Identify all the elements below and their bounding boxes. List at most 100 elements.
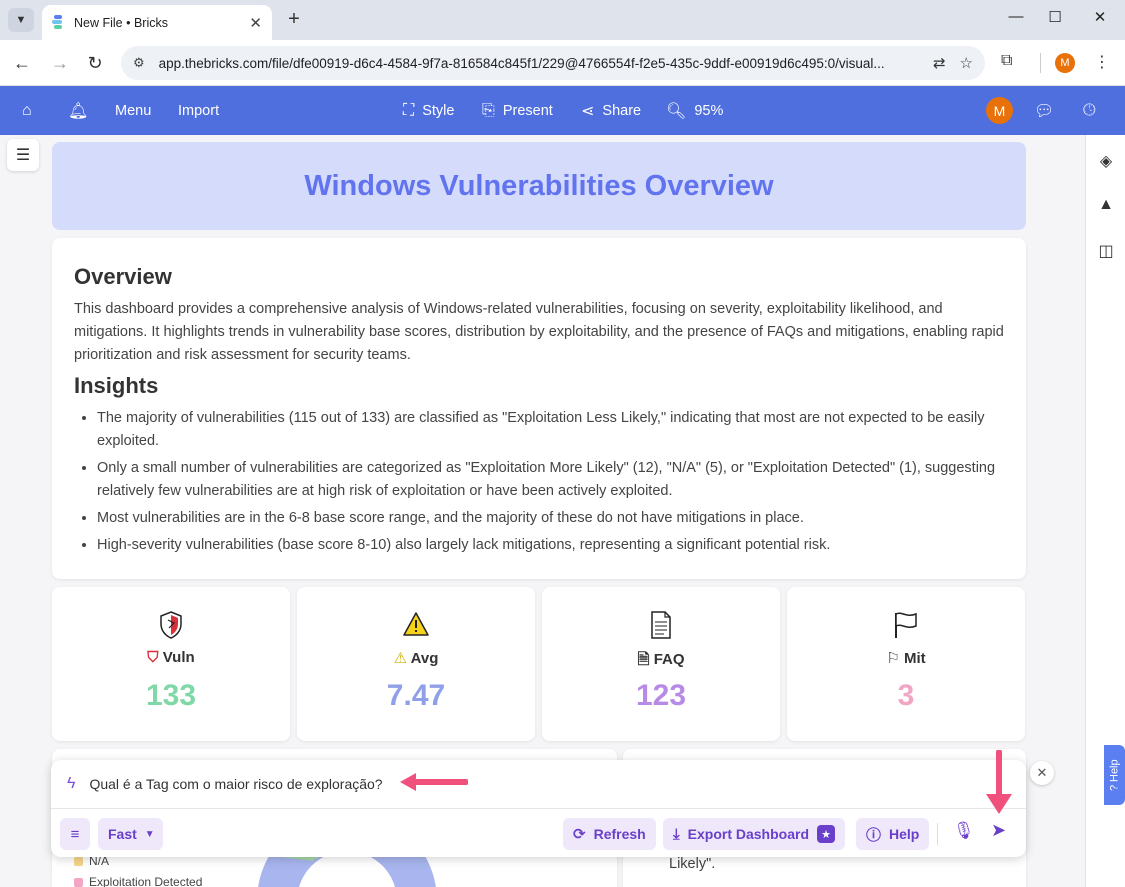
extensions-icon[interactable]: ⧉ xyxy=(1001,52,1012,70)
frame-icon: ⛶ xyxy=(403,101,415,119)
share-icon: ⋖ xyxy=(581,102,595,120)
address-bar[interactable]: ⚙ app.thebricks.com/file/dfe00919-d6c4-4… xyxy=(121,46,985,80)
tab-search-button[interactable]: ▼ xyxy=(8,8,34,32)
warning-icon: ⚠ xyxy=(393,650,408,667)
overview-heading: Overview xyxy=(74,264,172,289)
paint-bucket-icon: ▲ xyxy=(1098,196,1114,213)
app-toolbar: ⌂ 🔔︎ Menu Import ⛶ Style ⎘ Present ⋖ Sha… xyxy=(0,86,1125,135)
browser-profile-avatar[interactable]: M xyxy=(1055,53,1075,73)
kpi-value: 123 xyxy=(635,679,687,712)
notifications-button[interactable]: 🔔︎ xyxy=(68,86,88,135)
layout-button[interactable]: ◫ xyxy=(1094,239,1118,263)
bricks-favicon-icon xyxy=(52,14,64,31)
reload-button[interactable]: ↻ xyxy=(83,51,107,75)
bell-icon: 🔔︎ xyxy=(68,102,89,120)
share-label: Share xyxy=(602,102,642,119)
send-button[interactable]: ➤ xyxy=(991,820,1006,841)
annotation-arrow-left-icon xyxy=(400,773,468,791)
mode-label: Fast xyxy=(108,826,137,842)
refresh-label: Refresh xyxy=(593,826,646,842)
browser-menu-icon[interactable]: ⋮ xyxy=(1094,52,1110,72)
refresh-button[interactable]: ⟳ Refresh xyxy=(563,818,656,850)
style-label: Style xyxy=(422,102,455,119)
zoom-label: 95% xyxy=(694,102,724,119)
kpi-label: ⚐ Mit xyxy=(886,650,926,667)
help-label: Help xyxy=(889,826,920,842)
home-button[interactable]: ⌂ xyxy=(22,86,32,135)
site-info-icon[interactable]: ⚙ xyxy=(133,55,145,71)
list-icon: ☰ xyxy=(15,147,31,164)
help-icon: ? xyxy=(1108,784,1121,791)
zoom-button[interactable]: 🔍︎ 95% xyxy=(666,86,723,135)
url-text[interactable]: app.thebricks.com/file/dfe00919-d6c4-458… xyxy=(159,56,919,71)
dashboard-title: Windows Vulnerabilities Overview xyxy=(304,169,774,202)
menu-button[interactable]: Menu xyxy=(115,86,151,135)
document-icon xyxy=(542,611,780,646)
dashboard-title-card[interactable]: Windows Vulnerabilities Overview xyxy=(52,142,1026,230)
window-close-button[interactable]: ✕ xyxy=(1090,8,1110,26)
present-button[interactable]: ⎘ Present xyxy=(482,86,553,135)
annotation-arrow-down-icon xyxy=(986,750,1012,814)
kpi-card-mit[interactable]: ⚐ Mit 3 xyxy=(787,587,1025,741)
minimize-button[interactable]: — xyxy=(1006,8,1026,25)
shield-icon: ⛉ xyxy=(147,649,159,666)
kpi-value: 3 xyxy=(897,679,915,712)
kpi-card-avg[interactable]: ⚠ Avg 7.47 xyxy=(297,587,535,741)
history-button[interactable]: 🕓︎ xyxy=(1083,86,1096,135)
prompt-input[interactable]: ϟ Qual é a Tag com o maior risco de expl… xyxy=(51,760,1026,809)
kpi-card-vuln[interactable]: ⛉ Vuln 133 xyxy=(52,587,290,741)
download-icon: ⤓ xyxy=(673,825,680,843)
kpi-value: 7.47 xyxy=(386,679,446,712)
clock-icon: 🕓︎ xyxy=(1083,101,1096,119)
import-button[interactable]: Import xyxy=(178,86,219,135)
new-tab-button[interactable]: + xyxy=(284,8,304,31)
flag-icon xyxy=(787,611,1025,646)
side-help-tab[interactable]: ? Help xyxy=(1104,745,1125,805)
style-button[interactable]: ⛶ Style xyxy=(403,86,454,135)
kpi-value: 133 xyxy=(145,679,197,712)
import-label: Import xyxy=(178,102,220,119)
translate-icon[interactable]: ⇄ xyxy=(933,54,946,72)
lines-icon: ≡ xyxy=(70,825,80,843)
toolbar-divider xyxy=(1040,53,1041,73)
caret-down-icon: ▼ xyxy=(144,828,155,840)
document-icon: 🗎︎ xyxy=(637,651,650,668)
layers-icon: ◈ xyxy=(1099,153,1113,170)
layers-button[interactable]: ◈ xyxy=(1094,149,1118,173)
comments-button[interactable]: 💬︎ xyxy=(1034,86,1054,135)
browser-tab[interactable]: New File • Bricks ✕ xyxy=(42,5,272,40)
user-avatar[interactable]: M xyxy=(986,97,1013,124)
present-icon: ⎘ xyxy=(482,101,495,119)
kpi-card-faq[interactable]: 🗎︎ FAQ 123 xyxy=(542,587,780,741)
back-button[interactable]: ← xyxy=(10,51,34,75)
tab-close-icon[interactable]: ✕ xyxy=(249,14,262,32)
warning-icon xyxy=(297,611,535,644)
star-icon: ★ xyxy=(817,825,835,843)
share-button[interactable]: ⋖ Share xyxy=(581,86,641,135)
paint-button[interactable]: ▲ xyxy=(1094,193,1118,217)
microphone-button[interactable]: 🎙︎ xyxy=(953,821,975,841)
legend-swatch xyxy=(74,877,83,887)
prompt-text[interactable]: Qual é a Tag com o maior risco de explor… xyxy=(89,776,382,792)
insight-item: The majority of vulnerabilities (115 out… xyxy=(97,407,1004,453)
send-icon: ➤ xyxy=(991,820,1007,840)
prompt-options-button[interactable]: ≡ xyxy=(60,818,90,850)
forward-button[interactable]: → xyxy=(48,51,72,75)
overview-text: This dashboard provides a comprehensive … xyxy=(74,301,1004,363)
maximize-button[interactable]: ☐ xyxy=(1045,8,1065,26)
export-dashboard-button[interactable]: ⤓ Export Dashboard ★ xyxy=(663,818,845,850)
insight-item: High-severity vulnerabilities (base scor… xyxy=(97,534,1004,557)
close-prompt-button[interactable]: ✕ xyxy=(1030,761,1054,785)
menu-label: Menu xyxy=(115,102,152,119)
bolt-icon: ϟ xyxy=(67,775,76,792)
overview-card[interactable]: Overview This dashboard provides a compr… xyxy=(52,238,1026,579)
outline-toggle-button[interactable]: ☰ xyxy=(7,139,39,171)
help-button[interactable]: ⓘ Help xyxy=(856,818,930,850)
export-label: Export Dashboard xyxy=(687,826,809,842)
bookmark-star-icon[interactable]: ☆ xyxy=(960,54,973,72)
kpi-label: ⛉ Vuln xyxy=(147,649,195,666)
browser-tabstrip: ▼ New File • Bricks ✕ + — ☐ ✕ xyxy=(0,0,1125,40)
legend-item[interactable]: Exploitation Detected xyxy=(74,875,202,887)
kpi-label: ⚠ Avg xyxy=(393,650,439,667)
mode-select[interactable]: Fast ▼ xyxy=(98,818,163,850)
